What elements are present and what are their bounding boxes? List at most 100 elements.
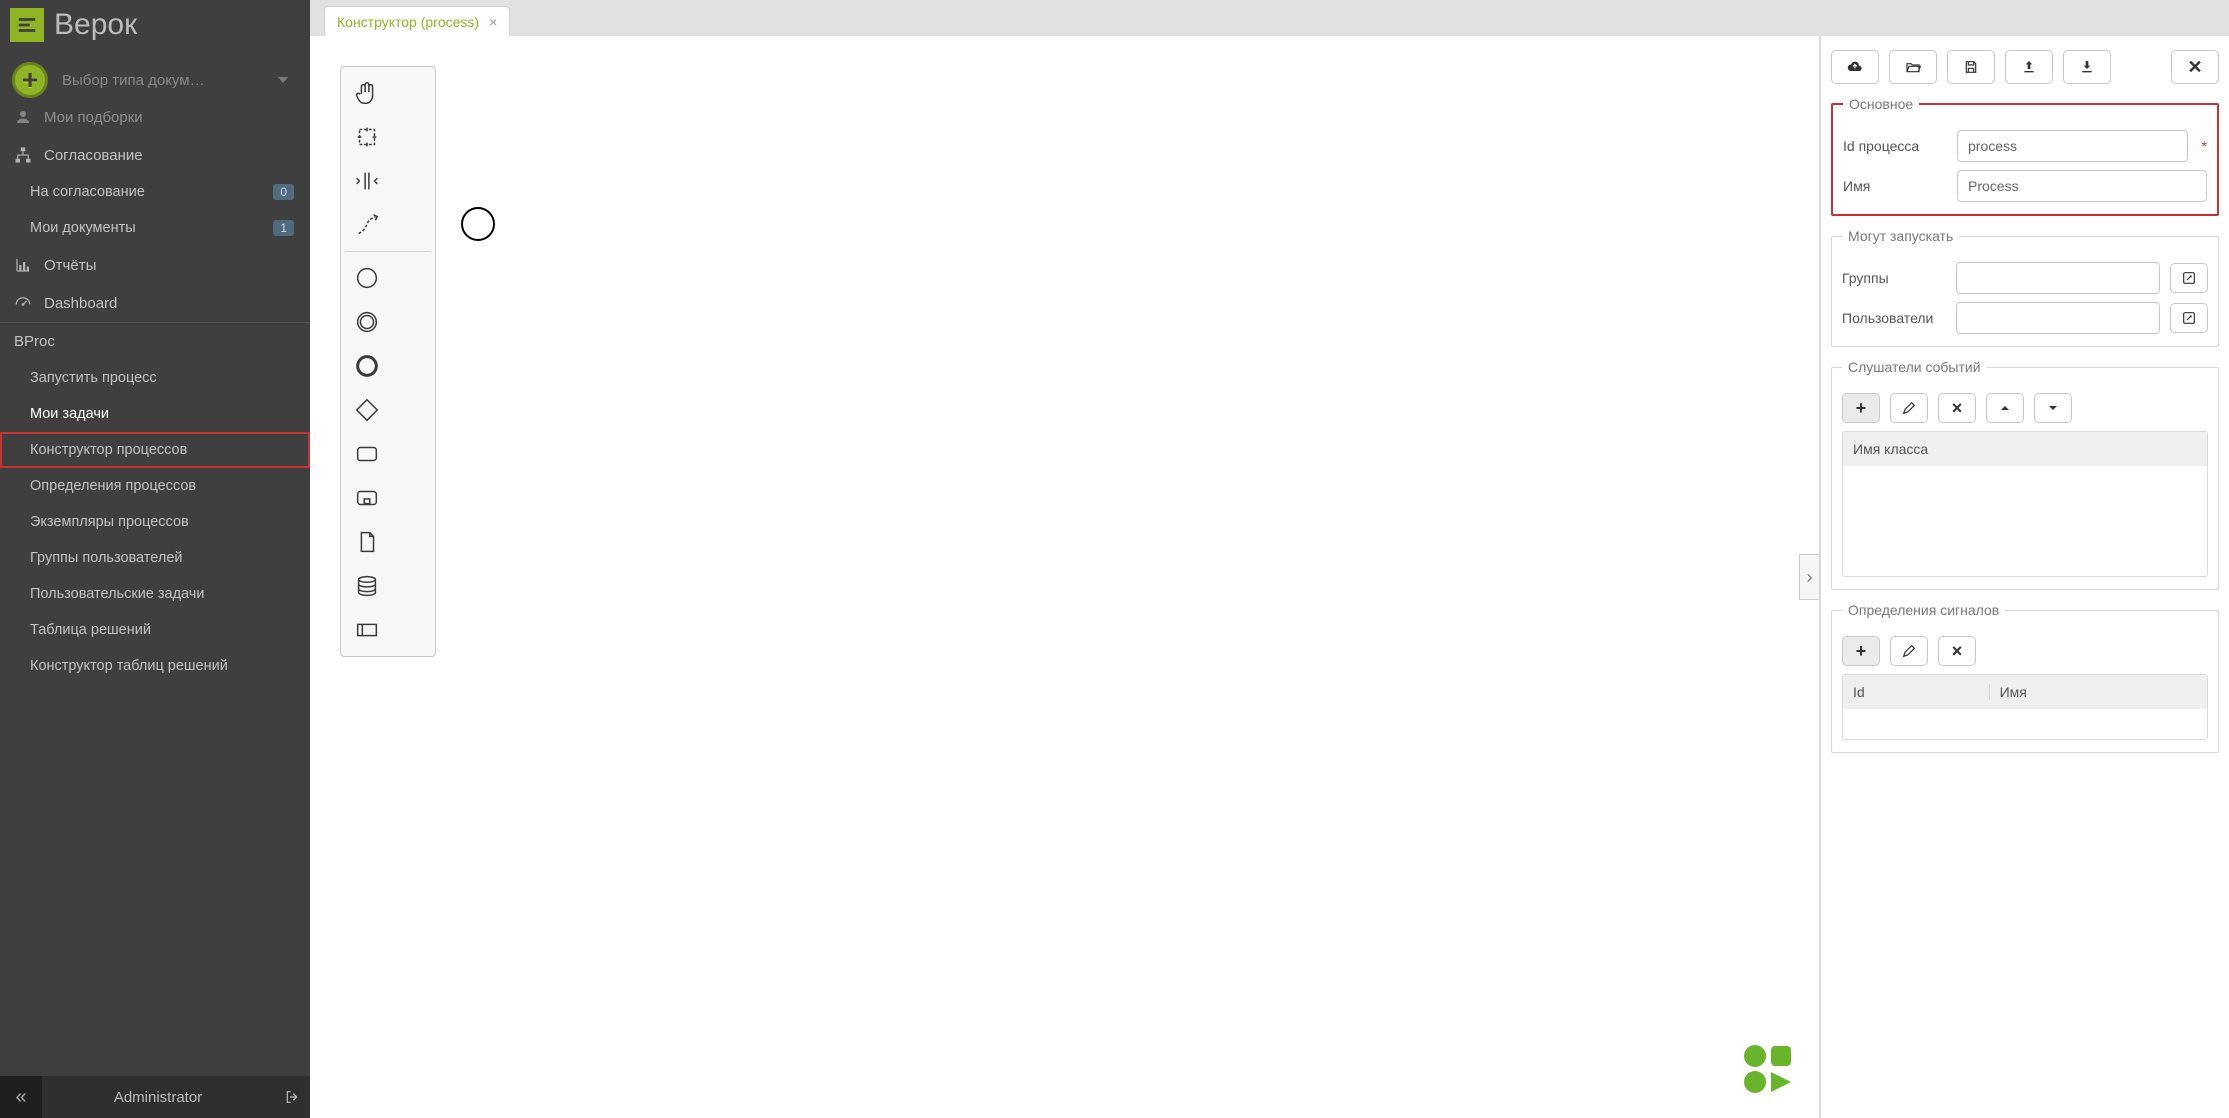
badge: 1 <box>273 220 294 236</box>
open-button[interactable] <box>1889 50 1937 84</box>
sidebar-item-process-constructor[interactable]: Конструктор процессов <box>0 432 310 468</box>
sidebar-item-label: Dashboard <box>44 295 117 312</box>
signals-grid[interactable]: Id Имя <box>1842 674 2208 740</box>
data-object-icon[interactable] <box>345 520 389 564</box>
deploy-button[interactable] <box>1831 50 1879 84</box>
fieldset-legend: Определения сигналов <box>1842 602 2005 618</box>
groups-input[interactable] <box>1956 262 2160 294</box>
tab-constructor[interactable]: Конструктор (process) × <box>324 6 510 36</box>
main-fieldset: Основное Id процесса * Имя <box>1831 96 2219 216</box>
listeners-col-class: Имя класса <box>1843 441 2207 457</box>
process-id-input[interactable] <box>1957 130 2188 162</box>
process-name-input[interactable] <box>1957 170 2207 202</box>
add-listener-button[interactable]: + <box>1842 393 1880 423</box>
sitemap-icon <box>14 146 32 164</box>
app-logo-icon <box>10 8 44 42</box>
doc-type-select[interactable]: Выбор типа докум… <box>62 72 298 89</box>
sidebar-item-reports[interactable]: Отчёты <box>0 246 310 284</box>
user-icon <box>14 110 32 126</box>
sidebar-item-label: Запустить процесс <box>30 370 157 386</box>
edit-signal-button[interactable] <box>1890 636 1928 666</box>
process-name-label: Имя <box>1843 178 1947 194</box>
properties-panel: ✕ Основное Id процесса * Имя Могут запус… <box>1819 36 2229 1118</box>
sidebar-item-process-definitions[interactable]: Определения процессов <box>0 468 310 504</box>
canvas-area[interactable] <box>310 36 1819 1118</box>
nav-scroll[interactable]: Мои подборки Согласование На согласовани… <box>0 110 310 1076</box>
section-label: BProc <box>14 333 55 350</box>
download-button[interactable] <box>2063 50 2111 84</box>
app-name: Верок <box>54 8 137 42</box>
signals-col-id: Id <box>1843 684 1989 700</box>
space-tool-icon[interactable] <box>345 159 389 203</box>
sidebar-item-label: На согласование <box>30 184 145 200</box>
start-event-icon[interactable] <box>345 256 389 300</box>
edit-groups-button[interactable] <box>2170 263 2208 293</box>
required-marker: * <box>2202 138 2207 154</box>
fieldset-legend: Слушатели событий <box>1842 359 1987 375</box>
sidebar-item-decision-table[interactable]: Таблица решений <box>0 612 310 648</box>
sidebar-item-start-process[interactable]: Запустить процесс <box>0 360 310 396</box>
sidebar-item-process-instances[interactable]: Экземпляры процессов <box>0 504 310 540</box>
data-store-icon[interactable] <box>345 564 389 608</box>
end-event-icon[interactable] <box>345 344 389 388</box>
sidebar-item-my-docs[interactable]: Мои документы 1 <box>0 210 310 246</box>
badge: 0 <box>273 184 294 200</box>
remove-signal-button[interactable]: × <box>1938 636 1976 666</box>
main: Конструктор (process) × <box>310 0 2229 1118</box>
canvas-start-event[interactable] <box>460 206 496 242</box>
subprocess-icon[interactable] <box>345 476 389 520</box>
launch-fieldset: Могут запускать Группы Пользователи <box>1831 228 2219 347</box>
lasso-tool-icon[interactable] <box>345 115 389 159</box>
fieldset-legend: Могут запускать <box>1842 228 1959 244</box>
tab-close-icon[interactable]: × <box>489 14 497 30</box>
pool-icon[interactable] <box>345 608 389 652</box>
sidebar-item-label: Экземпляры процессов <box>30 514 189 530</box>
sidebar-item-dashboard[interactable]: Dashboard <box>0 284 310 322</box>
task-icon[interactable] <box>345 432 389 476</box>
listeners-fieldset: Слушатели событий + × Имя класса <box>1831 359 2219 590</box>
sidebar-item-to-approve[interactable]: На согласование 0 <box>0 174 310 210</box>
sidebar-item-label: Конструктор процессов <box>30 442 187 458</box>
edit-listener-button[interactable] <box>1890 393 1928 423</box>
upload-button[interactable] <box>2005 50 2053 84</box>
users-label: Пользователи <box>1842 310 1946 326</box>
remove-listener-button[interactable]: × <box>1938 393 1976 423</box>
sidebar-item-label: Определения процессов <box>30 478 196 494</box>
signals-col-name: Имя <box>1989 684 2207 700</box>
properties-panel-handle[interactable] <box>1799 554 1819 600</box>
close-button[interactable]: ✕ <box>2171 50 2219 84</box>
sidebar-item-user-tasks[interactable]: Пользовательские задачи <box>0 576 310 612</box>
bproc-section-header[interactable]: BProc <box>0 322 310 360</box>
logout-button[interactable] <box>274 1089 310 1105</box>
sidebar-item-my-tasks[interactable]: Мои задачи <box>0 396 310 432</box>
gauge-icon <box>14 294 32 312</box>
sidebar-item-label: Группы пользователей <box>30 550 182 566</box>
move-down-listener-button[interactable] <box>2034 393 2072 423</box>
props-toolbar: ✕ <box>1831 50 2219 84</box>
gateway-icon[interactable] <box>345 388 389 432</box>
new-doc-button[interactable] <box>12 62 48 98</box>
sidebar-item-approval[interactable]: Согласование <box>0 136 310 174</box>
fieldset-legend: Основное <box>1843 96 1919 112</box>
process-id-label: Id процесса <box>1843 138 1947 154</box>
sidebar-item-label: Мои подборки <box>44 110 143 126</box>
sidebar-item-decision-table-constructor[interactable]: Конструктор таблиц решений <box>0 648 310 684</box>
sidebar-collapse-button[interactable] <box>0 1076 42 1118</box>
sidebar-item-user-groups[interactable]: Группы пользователей <box>0 540 310 576</box>
chevron-down-icon <box>278 77 288 83</box>
sidebar-item-my-selections[interactable]: Мои подборки <box>0 110 310 136</box>
intermediate-event-icon[interactable] <box>345 300 389 344</box>
doc-type-placeholder: Выбор типа докум… <box>62 72 205 89</box>
bpmn-logo-icon <box>1741 1042 1795 1096</box>
connect-tool-icon[interactable] <box>345 203 389 247</box>
edit-users-button[interactable] <box>2170 303 2208 333</box>
hand-tool-icon[interactable] <box>345 71 389 115</box>
add-signal-button[interactable]: + <box>1842 636 1880 666</box>
users-input[interactable] <box>1956 302 2160 334</box>
move-up-listener-button[interactable] <box>1986 393 2024 423</box>
save-button[interactable] <box>1947 50 1995 84</box>
listeners-grid[interactable]: Имя класса <box>1842 431 2208 577</box>
groups-label: Группы <box>1842 270 1946 286</box>
tab-label: Конструктор (process) <box>337 14 479 30</box>
current-user[interactable]: Administrator <box>42 1089 274 1106</box>
